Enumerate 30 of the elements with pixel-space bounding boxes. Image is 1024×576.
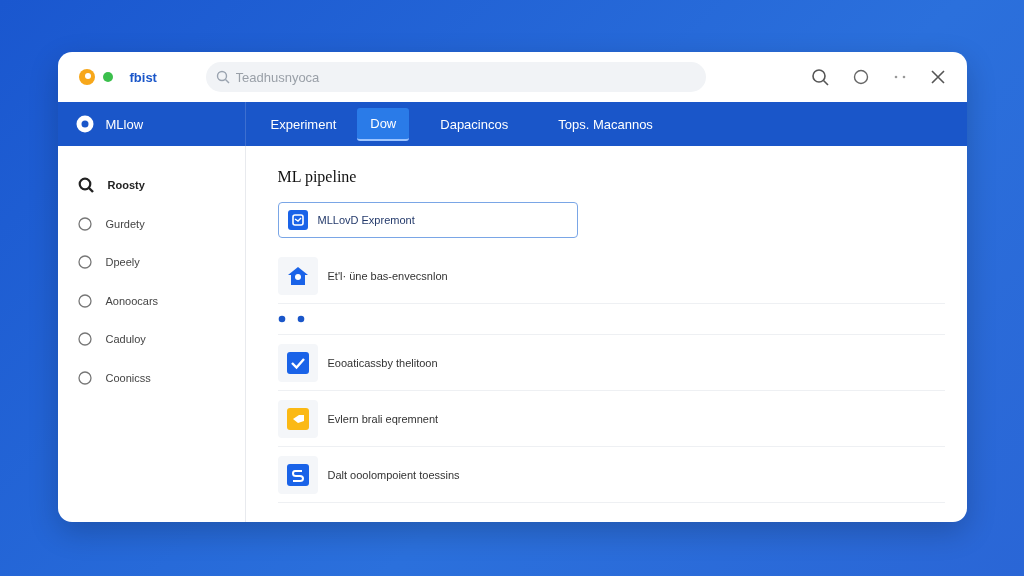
radio-icon — [77, 370, 92, 385]
list-item[interactable]: MLLovD Expremont — [277, 202, 578, 238]
radio-icon — [77, 216, 92, 231]
sidebar-item[interactable]: Caduloy — [77, 320, 245, 359]
radio-icon — [77, 255, 92, 270]
sidebar-item[interactable]: Dpeely — [77, 243, 245, 282]
sidebar-item[interactable]: Aonoocars — [77, 281, 245, 320]
sidebar-item[interactable]: Gurdety — [77, 204, 245, 243]
nav-tab[interactable]: Tops. Macannos — [545, 108, 666, 140]
list-item[interactable]: Et'l· üne bas-envecsnlon — [277, 248, 945, 304]
brand-icon — [75, 115, 94, 133]
list-item[interactable]: Eooaticassby thelitoon — [277, 335, 945, 391]
nav-tab[interactable]: Experiment — [257, 108, 350, 140]
nav-tab[interactable]: Dow — [357, 107, 410, 141]
app-name: fbist — [129, 69, 157, 85]
list-item[interactable]: Evlern brali eqremnent — [277, 391, 945, 447]
nav-tab[interactable]: Dapacincos — [427, 108, 522, 140]
search-field[interactable]: Teadhusnyoca — [205, 62, 706, 92]
circle-icon[interactable] — [852, 69, 869, 85]
section-title: ML pipeline — [277, 168, 358, 186]
close-icon[interactable] — [930, 70, 945, 84]
search-icon[interactable] — [810, 68, 829, 86]
sidebar-item[interactable]: Coonicss — [77, 358, 245, 397]
brand-name: MLlow — [105, 116, 144, 132]
search-icon — [77, 177, 94, 194]
radio-icon — [77, 293, 92, 308]
radio-icon — [77, 332, 92, 347]
sidebar-item[interactable]: Roosty — [77, 166, 245, 205]
logo-icon — [77, 68, 116, 86]
list-item[interactable]: Dalt ooolompoient toessins — [277, 447, 945, 503]
